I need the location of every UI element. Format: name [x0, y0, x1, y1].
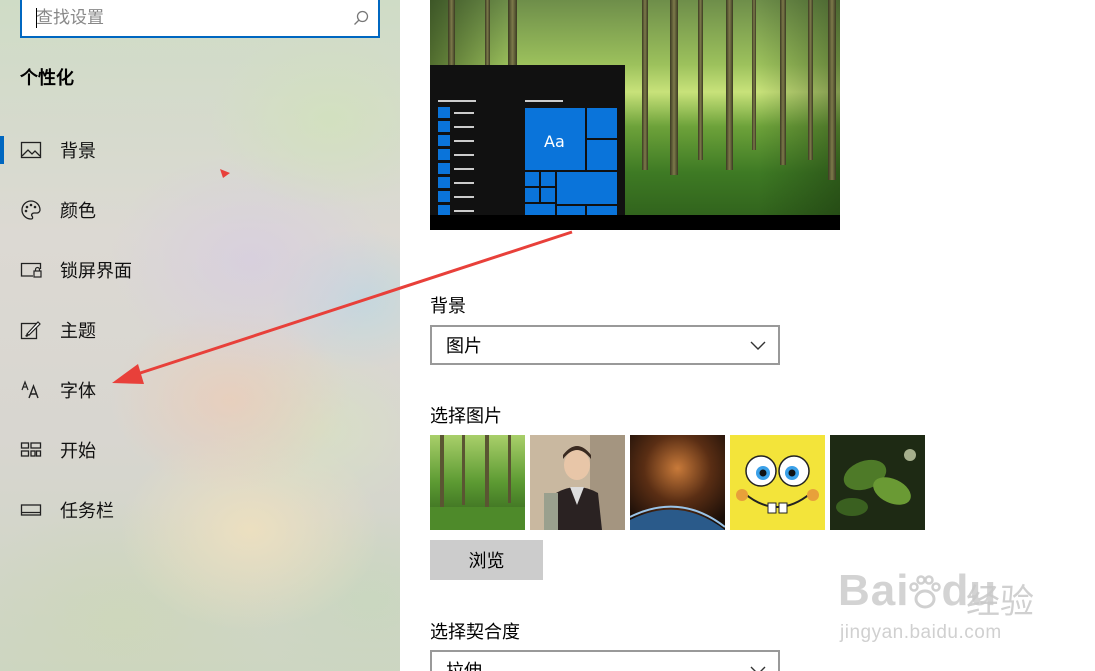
sidebar-item-label: 开始	[60, 441, 96, 462]
tile-aa: Aa	[525, 108, 585, 170]
chevron-down-icon	[750, 335, 766, 356]
sidebar: 个性化 背景 颜色 锁屏界面 主题	[0, 0, 400, 671]
sidebar-nav: 背景 颜色 锁屏界面 主题 字体 开始 任务栏	[0, 120, 400, 540]
sidebar-item-fonts[interactable]: 字体	[0, 360, 400, 420]
sidebar-item-background[interactable]: 背景	[0, 120, 400, 180]
section-title: 个性化	[20, 68, 74, 89]
picture-thumbnails	[430, 435, 930, 530]
dropdown-value: 图片	[446, 336, 482, 357]
sidebar-item-label: 颜色	[60, 201, 96, 222]
choose-picture-label: 选择图片	[430, 406, 502, 427]
background-label: 背景	[430, 296, 466, 317]
sidebar-item-label: 字体	[60, 381, 96, 402]
sidebar-item-lock-screen[interactable]: 锁屏界面	[0, 240, 400, 300]
picture-icon	[20, 139, 42, 161]
start-tiles-icon	[20, 439, 42, 461]
tile-label: Aa	[544, 132, 565, 151]
start-menu-preview: Aa	[430, 65, 625, 216]
thumbnail-green-leaves[interactable]	[830, 435, 925, 530]
thumbnail-space-planet[interactable]	[630, 435, 725, 530]
font-icon	[20, 379, 42, 401]
sidebar-item-taskbar[interactable]: 任务栏	[0, 480, 400, 540]
search-icon[interactable]	[344, 0, 378, 36]
desktop-preview: Aa	[430, 0, 840, 230]
sidebar-item-start[interactable]: 开始	[0, 420, 400, 480]
thumbnail-portrait[interactable]	[530, 435, 625, 530]
background-dropdown[interactable]: 图片	[430, 325, 780, 365]
theme-brush-icon	[20, 319, 42, 341]
text-caret	[36, 8, 37, 28]
taskbar-preview	[430, 215, 840, 230]
search-box[interactable]	[20, 0, 380, 38]
lock-screen-icon	[20, 259, 42, 281]
taskbar-icon	[20, 499, 42, 521]
palette-icon	[20, 199, 42, 221]
browse-button[interactable]: 浏览	[430, 540, 543, 580]
search-input[interactable]	[22, 0, 344, 36]
cursor-mark-icon	[220, 169, 230, 178]
choose-fit-label: 选择契合度	[430, 622, 520, 643]
sidebar-item-label: 任务栏	[60, 501, 114, 522]
fit-dropdown[interactable]: 拉伸	[430, 650, 780, 671]
sidebar-item-label: 锁屏界面	[60, 261, 132, 282]
sidebar-item-colors[interactable]: 颜色	[0, 180, 400, 240]
dropdown-value: 拉伸	[446, 657, 482, 671]
sidebar-item-themes[interactable]: 主题	[0, 300, 400, 360]
main-content: Aa 背景 图片 选择图片 浏览 选择契合度	[400, 0, 1095, 671]
sidebar-item-label: 主题	[60, 321, 96, 342]
thumbnail-spongebob[interactable]	[730, 435, 825, 530]
sidebar-item-label: 背景	[60, 141, 96, 162]
thumbnail-forest[interactable]	[430, 435, 525, 530]
chevron-down-icon	[750, 660, 766, 671]
